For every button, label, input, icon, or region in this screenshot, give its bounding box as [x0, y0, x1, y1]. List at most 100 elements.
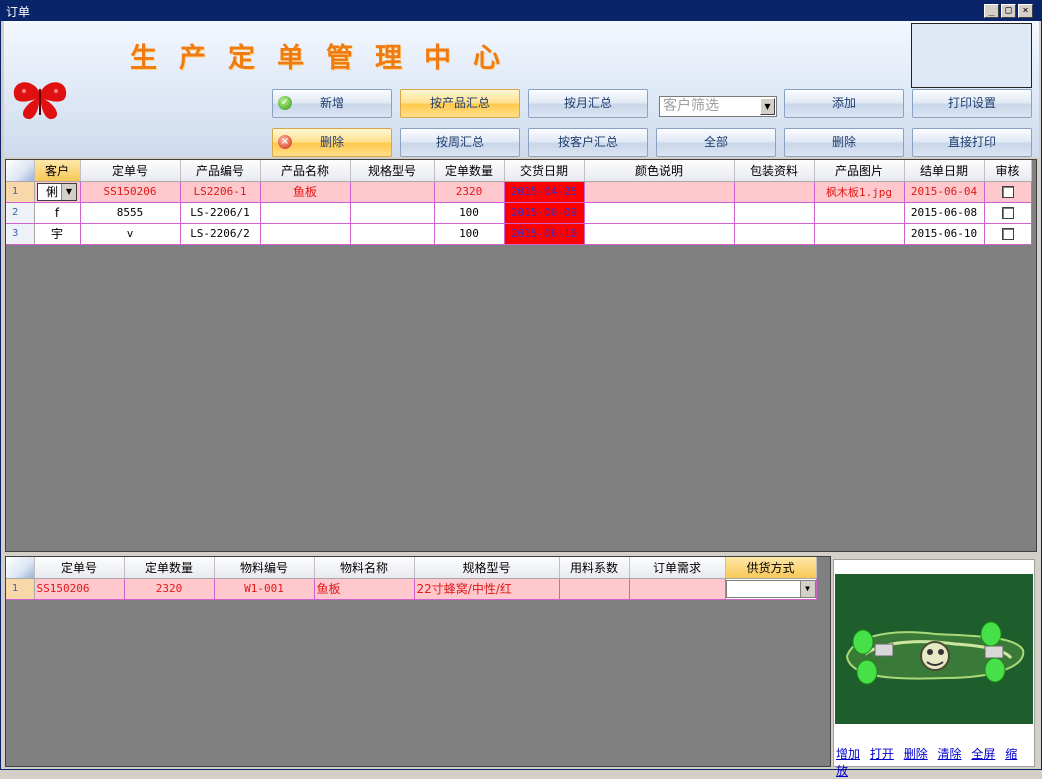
column-header[interactable]: 结单日期	[904, 160, 985, 182]
column-header[interactable]: 供货方式	[725, 557, 817, 579]
approved-cell[interactable]	[984, 181, 1032, 203]
close-button[interactable]: ×	[1018, 4, 1033, 18]
packing-cell[interactable]	[734, 223, 815, 245]
column-header[interactable]: 物料编号	[214, 557, 315, 579]
minimize-button[interactable]: _	[984, 4, 999, 18]
customer-filter-select[interactable]: 客户筛选 ▼	[659, 96, 777, 117]
supply-cell[interactable]: ▼	[725, 578, 817, 600]
column-header[interactable]: 用料系数	[559, 557, 630, 579]
table-row[interactable]: 3 宇 v LS-2206/2 100 2015-06-10 2015-06-1…	[6, 223, 1032, 245]
color-note-cell[interactable]	[584, 223, 735, 245]
table-row[interactable]: 1 俐 ▼ SS150206 LS2206-1 鱼板 2320 2015-04-2…	[6, 181, 1032, 203]
row-header[interactable]: 3	[6, 223, 35, 245]
summary-by-week-button[interactable]: 按周汇总	[400, 128, 520, 157]
product-name-cell[interactable]: 鱼板	[260, 181, 351, 203]
column-header[interactable]: 产品图片	[814, 160, 905, 182]
print-settings-button[interactable]: 打印设置	[912, 89, 1032, 118]
material-code-cell[interactable]: W1-001	[214, 578, 315, 600]
photo-open-link[interactable]: 打开	[870, 747, 894, 761]
select-all-corner[interactable]	[6, 557, 35, 579]
column-header[interactable]: 定单号	[80, 160, 181, 182]
qty-cell[interactable]: 2320	[124, 578, 215, 600]
column-header[interactable]: 颜色说明	[584, 160, 735, 182]
qty-cell[interactable]: 100	[434, 202, 505, 224]
title-bar[interactable]: 订单 _ □ ×	[1, 1, 1041, 21]
demand-cell[interactable]	[629, 578, 726, 600]
product-name-cell[interactable]	[260, 202, 351, 224]
order-no-cell[interactable]: SS150206	[34, 578, 125, 600]
product-code-cell[interactable]: LS2206-1	[180, 181, 261, 203]
photo-clear-link[interactable]: 清除	[938, 747, 962, 761]
approve-checkbox[interactable]	[1001, 186, 1014, 198]
product-code-cell[interactable]: LS-2206/1	[180, 202, 261, 224]
order-no-cell[interactable]: SS150206	[80, 181, 181, 203]
maximize-button[interactable]: □	[1001, 4, 1016, 18]
orders-grid[interactable]: 客户 定单号 产品编号 产品名称 规格型号 定单数量 交货日期 颜色说明 包装资…	[5, 159, 1037, 552]
ratio-cell[interactable]	[559, 578, 630, 600]
image-cell[interactable]	[814, 223, 905, 245]
spec-cell[interactable]	[350, 223, 435, 245]
approved-cell[interactable]	[984, 223, 1032, 245]
column-header[interactable]: 物料名称	[314, 557, 415, 579]
spec-cell[interactable]	[350, 181, 435, 203]
photo-fullscreen-link[interactable]: 全屏	[971, 747, 995, 761]
approve-checkbox[interactable]	[1001, 228, 1014, 240]
delete-button[interactable]: × 删除	[272, 128, 392, 157]
close-date-cell[interactable]: 2015-06-10	[904, 223, 985, 245]
approved-cell[interactable]	[984, 202, 1032, 224]
column-header[interactable]: 规格型号	[350, 160, 435, 182]
customer-cell[interactable]: f	[34, 202, 81, 224]
column-header[interactable]: 产品名称	[260, 160, 351, 182]
column-header[interactable]: 订单需求	[629, 557, 726, 579]
qty-cell[interactable]: 2320	[434, 181, 505, 203]
summary-by-month-button[interactable]: 按月汇总	[528, 89, 648, 118]
photo-add-link[interactable]: 增加	[836, 747, 860, 761]
color-note-cell[interactable]	[584, 202, 735, 224]
close-date-cell[interactable]: 2015-06-08	[904, 202, 985, 224]
chevron-down-icon[interactable]: ▼	[799, 580, 815, 597]
materials-grid[interactable]: 定单号 定单数量 物料编号 物料名称 规格型号 用料系数 订单需求 供货方式 1…	[5, 556, 831, 767]
customer-select[interactable]: 俐 ▼	[37, 182, 77, 201]
packing-cell[interactable]	[734, 181, 815, 203]
column-header[interactable]: 定单数量	[124, 557, 215, 579]
column-header[interactable]: 产品编号	[180, 160, 261, 182]
customer-cell[interactable]: 俐 ▼	[34, 181, 81, 203]
column-header[interactable]: 交货日期	[504, 160, 585, 182]
select-all-corner[interactable]	[6, 160, 35, 182]
photo-delete-link[interactable]: 删除	[904, 747, 928, 761]
chevron-down-icon[interactable]: ▼	[760, 98, 775, 115]
spec-cell[interactable]	[350, 202, 435, 224]
column-header[interactable]: 定单数量	[434, 160, 505, 182]
packing-cell[interactable]	[734, 202, 815, 224]
delivery-date-cell[interactable]: 2015-04-25	[504, 181, 585, 203]
approve-checkbox[interactable]	[1001, 207, 1014, 219]
material-name-cell[interactable]: 鱼板	[314, 578, 415, 600]
order-no-cell[interactable]: v	[80, 223, 181, 245]
column-header[interactable]: 规格型号	[414, 557, 560, 579]
column-header[interactable]: 包装资料	[734, 160, 815, 182]
chevron-down-icon[interactable]: ▼	[61, 183, 76, 200]
spec-cell[interactable]: 22寸蜂窝/中性/红	[414, 578, 560, 600]
table-row[interactable]: 2 f 8555 LS-2206/1 100 2015-06-09 2015-0…	[6, 202, 1032, 224]
column-header[interactable]: 客户	[34, 160, 81, 182]
append-button[interactable]: 添加	[784, 89, 904, 118]
remove-button[interactable]: 删除	[784, 128, 904, 157]
customer-cell[interactable]: 宇	[34, 223, 81, 245]
product-code-cell[interactable]: LS-2206/2	[180, 223, 261, 245]
summary-by-product-button[interactable]: 按产品汇总	[400, 89, 520, 118]
image-cell[interactable]	[814, 202, 905, 224]
close-date-cell[interactable]: 2015-06-04	[904, 181, 985, 203]
qty-cell[interactable]: 100	[434, 223, 505, 245]
product-name-cell[interactable]	[260, 223, 351, 245]
supply-method-select[interactable]: ▼	[725, 579, 815, 598]
color-note-cell[interactable]	[584, 181, 735, 203]
direct-print-button[interactable]: 直接打印	[912, 128, 1032, 157]
row-header[interactable]: 1	[6, 578, 35, 600]
summary-by-customer-button[interactable]: 按客户汇总	[528, 128, 648, 157]
row-header[interactable]: 1	[6, 181, 35, 203]
column-header[interactable]: 审核	[984, 160, 1032, 182]
delivery-date-cell[interactable]: 2015-06-09	[504, 202, 585, 224]
image-cell[interactable]: 枫木板1.jpg	[814, 181, 905, 203]
delivery-date-cell[interactable]: 2015-06-10	[504, 223, 585, 245]
show-all-button[interactable]: 全部	[656, 128, 776, 157]
